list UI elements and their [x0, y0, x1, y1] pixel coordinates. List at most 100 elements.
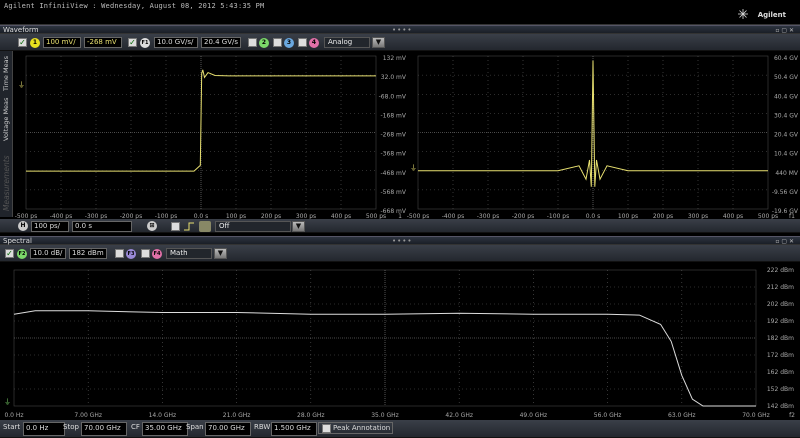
f2-badge[interactable]: F2: [17, 249, 27, 259]
rbw-field[interactable]: 1.500 GHz: [271, 422, 317, 436]
f1-checkbox[interactable]: ✓: [128, 38, 137, 47]
f1-badge[interactable]: F1: [140, 38, 150, 48]
right-y-tick-label: 20.4 GV: [774, 132, 799, 139]
spectral-x-channel-label: f2: [789, 412, 795, 419]
peak-annotation-checkbox[interactable]: [322, 424, 331, 433]
left-y-tick-label: -168 mV: [381, 112, 407, 119]
channel4-badge[interactable]: 4: [309, 38, 319, 48]
title-bar: Agilent InfiniiView : Wednesday, August …: [0, 0, 800, 25]
spectral-x-tick-label: 0.0 Hz: [4, 412, 23, 419]
spectral-y-tick-label: 192 dBm: [767, 318, 794, 325]
left-y-tick-label: -68.0 mV: [379, 93, 407, 100]
mode-dropdown-arrow-icon[interactable]: ▼: [372, 37, 385, 48]
channel1-scale-field[interactable]: 100 mV/: [43, 37, 81, 48]
left-y-tick-label: -468 mV: [381, 170, 407, 177]
waveform-pane-header[interactable]: Waveform •••• ▫ ▢ ✕: [0, 25, 800, 34]
right-y-tick-label: -9.56 GV: [772, 189, 799, 196]
spectral-x-tick-label: 35.0 GHz: [371, 412, 399, 419]
spectral-y-tick-label: 172 dBm: [767, 352, 794, 359]
mode-select-value: Analog: [328, 38, 353, 46]
horizontal-position-field[interactable]: 0.0 s: [72, 221, 132, 232]
peak-annotation-label: Peak Annotation: [333, 424, 391, 432]
start-field[interactable]: 0.0 Hz: [23, 422, 65, 436]
horizontal-badge[interactable]: H: [18, 221, 28, 231]
spectral-x-tick-label: 70.0 GHz: [742, 412, 770, 419]
right-y-tick-label: 440 MV: [775, 170, 799, 177]
f3-badge[interactable]: F3: [126, 249, 136, 259]
spectral-drag-handle-icon[interactable]: ••••: [392, 238, 413, 245]
f2-offset-field[interactable]: 182 dBm: [69, 248, 107, 259]
spectral-y-tick-label: 202 dBm: [767, 301, 794, 308]
trigger-edge-icon[interactable]: [183, 221, 195, 232]
left-y-tick-label: -268 mV: [381, 132, 407, 139]
start-label: Start: [3, 423, 21, 431]
spectral-display[interactable]: 222 dBm 212 dBm 202 dBm 192 dBm 182 dBm 172 d…: [0, 262, 800, 420]
brand-name: Agilent: [757, 11, 786, 19]
left-y-tick-label: 132 mV: [383, 55, 407, 62]
f2-checkbox[interactable]: ✓: [5, 249, 14, 258]
f4-checkbox[interactable]: [141, 249, 150, 258]
left-y-tick-label: 32.0 mV: [381, 74, 407, 81]
f1-ground-marker-icon[interactable]: ⏚: [410, 164, 417, 172]
peak-annotation-toggle[interactable]: Peak Annotation: [318, 422, 393, 434]
math-dropdown-arrow-icon[interactable]: ▼: [214, 248, 227, 259]
spectral-window-controls-icon[interactable]: ▫ ▢ ✕: [775, 238, 794, 245]
spectral-y-tick-label: 222 dBm: [767, 267, 794, 274]
channel1-badge[interactable]: 1: [30, 38, 40, 48]
channel1-offset-field[interactable]: -268 mV: [84, 37, 122, 48]
math-select-value: Math: [170, 249, 188, 257]
mode-select[interactable]: Analog: [324, 37, 370, 48]
cf-label: CF: [131, 423, 140, 431]
span-label: Span: [186, 423, 204, 431]
left-y-tick-label: -368 mV: [381, 151, 407, 158]
spectral-pane-header[interactable]: Spectral •••• ▫ ▢ ✕: [0, 236, 800, 245]
zoom-icon[interactable]: ⊞: [147, 221, 157, 231]
right-y-tick-label: 10.4 GV: [774, 151, 799, 158]
right-y-tick-label: 60.4 GV: [774, 55, 799, 62]
f3-checkbox[interactable]: [115, 249, 124, 258]
channel2-checkbox[interactable]: [248, 38, 257, 47]
trigger-checkbox[interactable]: [171, 222, 180, 231]
stop-field[interactable]: 70.00 GHz: [81, 422, 127, 436]
spectral-x-tick-label: 56.0 GHz: [594, 412, 622, 419]
spectral-toolbar: ✓ F2 10.0 dB/ 182 dBm F3 F4 Math ▼: [0, 245, 800, 262]
spectral-x-tick-label: 14.0 GHz: [149, 412, 177, 419]
waveform-toolbar: ✓ 1 100 mV/ -268 mV ✓ F1 10.0 GV/s/ 20.4…: [0, 34, 800, 51]
agilent-logo-icon: [738, 9, 748, 19]
right-y-tick-label: 50.4 GV: [774, 74, 799, 81]
right-y-tick-label: 30.4 GV: [774, 112, 799, 119]
trigger-select[interactable]: Off: [215, 221, 291, 232]
channel3-checkbox[interactable]: [273, 38, 282, 47]
f2-scale-field[interactable]: 10.0 dB/: [30, 248, 66, 259]
stop-label: Stop: [63, 423, 79, 431]
f2-ground-marker-icon[interactable]: ⏚: [4, 398, 11, 406]
derivative-impulse-trace: [418, 60, 768, 187]
channel3-badge[interactable]: 3: [284, 38, 294, 48]
spectral-y-tick-label: 212 dBm: [767, 284, 794, 291]
f1-offset-field[interactable]: 20.4 GV/s: [201, 37, 241, 48]
app-title: Agilent InfiniiView : Wednesday, August …: [4, 2, 265, 10]
f1-scale-field[interactable]: 10.0 GV/s/: [154, 37, 198, 48]
spectral-x-tick-label: 42.0 GHz: [445, 412, 473, 419]
channel2-badge[interactable]: 2: [259, 38, 269, 48]
left-y-tick-label: -568 mV: [381, 189, 407, 196]
waveform-display[interactable]: 132 mV 32.0 mV -68.0 mV -168 mV -268 mV -368 …: [0, 51, 800, 219]
f4-badge[interactable]: F4: [152, 249, 162, 259]
channel1-checkbox[interactable]: ✓: [18, 38, 27, 47]
math-select[interactable]: Math: [166, 248, 212, 259]
spectral-x-tick-label: 21.0 GHz: [223, 412, 251, 419]
trigger-dropdown-arrow-icon[interactable]: ▼: [292, 221, 305, 232]
spectral-y-tick-label: 182 dBm: [767, 335, 794, 342]
horizontal-scale-field[interactable]: 100 ps/: [31, 221, 69, 232]
cf-field[interactable]: 35.00 GHz: [142, 422, 188, 436]
pane-window-controls-icon[interactable]: ▫ ▢ ✕: [775, 27, 794, 34]
span-field[interactable]: 70.00 GHz: [205, 422, 251, 436]
trigger-select-value: Off: [219, 222, 230, 230]
drag-handle-icon[interactable]: ••••: [392, 27, 413, 34]
channel4-checkbox[interactable]: [298, 38, 307, 47]
spectral-y-tick-label: 152 dBm: [767, 386, 794, 393]
channel1-ground-marker-icon[interactable]: ⏚: [18, 81, 25, 89]
waveform-pane-title: Waveform: [3, 26, 39, 34]
spectral-x-tick-label: 63.0 GHz: [668, 412, 696, 419]
trigger-level-icon[interactable]: [199, 221, 211, 232]
